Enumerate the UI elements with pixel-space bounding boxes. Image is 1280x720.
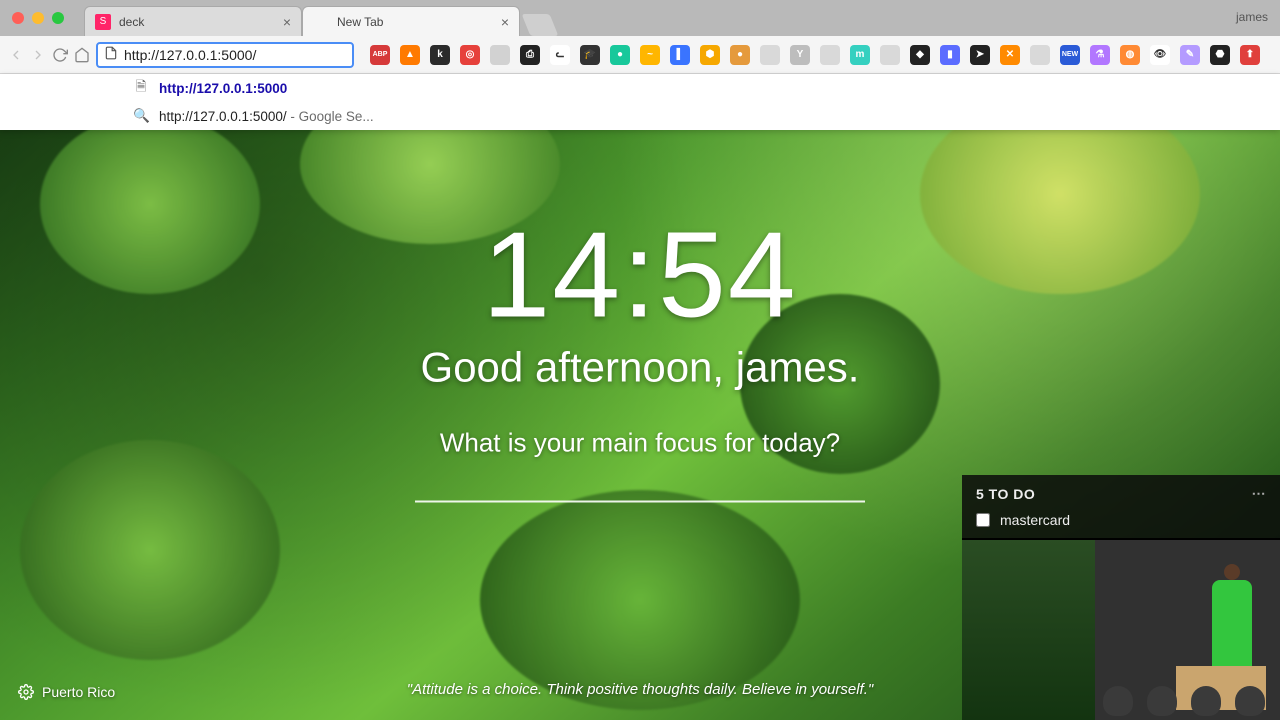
extension-col[interactable]: ▮: [940, 45, 960, 65]
tab-strip: S deck × New Tab × james: [0, 0, 1280, 36]
omnibox-search-text: http://127.0.0.1:5000/: [159, 109, 287, 124]
extension-ghost4[interactable]: [1030, 45, 1050, 65]
new-tab-content: 14:54 Good afternoon, james. What is you…: [0, 74, 1280, 720]
omnibox-suggestion-search[interactable]: 🔍 http://127.0.0.1:5000/ - Google Se...: [0, 102, 1280, 130]
speaker: [1212, 580, 1252, 670]
chrome-menu-button[interactable]: ⋮: [1266, 44, 1280, 65]
extension-eye[interactable]: 👁: [1150, 45, 1170, 65]
extension-ghost1[interactable]: [760, 45, 780, 65]
omnibox-dropdown: 🗎 http://127.0.0.1:5000 🔍 http://127.0.0…: [0, 74, 1280, 130]
home-button[interactable]: [74, 43, 90, 67]
forward-button[interactable]: [30, 43, 46, 67]
extension-badge[interactable]: ▌: [670, 45, 690, 65]
tabs-container: S deck × New Tab ×: [84, 0, 554, 36]
address-bar[interactable]: [96, 42, 354, 68]
daily-quote: "Attitude is a choice. Think positive th…: [192, 681, 1088, 698]
address-input[interactable]: [124, 47, 346, 63]
todo-title: 5 TO DO: [976, 486, 1035, 502]
photo-location[interactable]: Puerto Rico: [18, 684, 115, 700]
reload-button[interactable]: [52, 43, 68, 67]
extension-feather[interactable]: ✎: [1180, 45, 1200, 65]
fullscreen-window-button[interactable]: [52, 12, 64, 24]
location-text: Puerto Rico: [42, 684, 115, 700]
extension-k-ext[interactable]: k: [430, 45, 450, 65]
extension-m-circle[interactable]: m: [850, 45, 870, 65]
focus-input[interactable]: [415, 501, 865, 503]
omnibox-search-suffix: - Google Se...: [287, 109, 374, 124]
extension-stack[interactable]: ◆: [910, 45, 930, 65]
extension-noscript[interactable]: ◎: [460, 45, 480, 65]
extension-cookie[interactable]: ●: [730, 45, 750, 65]
extension-gray1[interactable]: [490, 45, 510, 65]
webcam-overlay: [962, 538, 1280, 720]
todo-menu-button[interactable]: ⋯: [1252, 485, 1267, 502]
settings-icon[interactable]: [18, 684, 34, 700]
omnibox-suggestion-text: http://127.0.0.1:5000: [159, 81, 287, 96]
profile-name[interactable]: james: [1236, 10, 1268, 24]
todo-checkbox[interactable]: [976, 513, 990, 527]
extension-send[interactable]: ➤: [970, 45, 990, 65]
extension-ghost2[interactable]: [820, 45, 840, 65]
extension-grad[interactable]: 🎓: [580, 45, 600, 65]
extension-cat[interactable]: ᓚ: [550, 45, 570, 65]
tab-title: New Tab: [337, 15, 383, 29]
audience: [1103, 686, 1265, 716]
toolbar: ABP ▲ k ◎ ⎙ ᓚ 🎓 ● ~ ▌ ⬢ ● Ym ◆ ▮ ➤ ✕ NEW ⚗ ◍ 👁 ✎ ⬣ ⬆ ⋮: [0, 36, 1280, 74]
window-controls: [0, 0, 76, 36]
extension-print[interactable]: ⎙: [520, 45, 540, 65]
momentum-center: 14:54 Good afternoon, james. What is you…: [192, 214, 1088, 503]
new-tab-button[interactable]: [522, 14, 559, 36]
tab-favicon: [313, 14, 329, 30]
minimize-window-button[interactable]: [32, 12, 44, 24]
search-icon: 🔍: [133, 108, 149, 124]
tab-new-tab[interactable]: New Tab ×: [302, 6, 520, 36]
extension-wave[interactable]: ~: [640, 45, 660, 65]
extension-honey[interactable]: ⬢: [700, 45, 720, 65]
extension-ghost3[interactable]: [880, 45, 900, 65]
stage: [1095, 540, 1280, 720]
back-button[interactable]: [8, 43, 24, 67]
close-tab-icon[interactable]: ×: [501, 14, 509, 30]
extension-new[interactable]: NEW: [1060, 45, 1080, 65]
todo-widget: 5 TO DO ⋯ mastercard: [962, 475, 1280, 538]
extension-icons: ABP ▲ k ◎ ⎙ ᓚ 🎓 ● ~ ▌ ⬢ ● Ym ◆ ▮ ➤ ✕ NEW ⚗ ◍ 👁 ✎ ⬣ ⬆: [370, 45, 1260, 65]
extension-x-orange[interactable]: ✕: [1000, 45, 1020, 65]
extension-flame[interactable]: ▲: [400, 45, 420, 65]
greeting: Good afternoon, james.: [192, 344, 1088, 392]
clock: 14:54: [192, 214, 1088, 336]
todo-item[interactable]: mastercard: [962, 508, 1280, 538]
close-window-button[interactable]: [12, 12, 24, 24]
page-icon: 🗎: [133, 77, 149, 100]
site-info-icon[interactable]: [104, 46, 118, 63]
extension-adblock[interactable]: ABP: [370, 45, 390, 65]
tab-title: deck: [119, 15, 144, 29]
tab-deck[interactable]: S deck ×: [84, 6, 302, 36]
close-tab-icon[interactable]: ×: [283, 14, 291, 30]
todo-item-label: mastercard: [1000, 512, 1070, 528]
omnibox-suggestion-url[interactable]: 🗎 http://127.0.0.1:5000: [0, 74, 1280, 102]
presentation-slide: [962, 540, 1095, 720]
extension-y[interactable]: Y: [790, 45, 810, 65]
extension-planet[interactable]: ◍: [1120, 45, 1140, 65]
extension-mask[interactable]: ⬣: [1210, 45, 1230, 65]
focus-prompt: What is your main focus for today?: [192, 428, 1088, 459]
extension-red-up[interactable]: ⬆: [1240, 45, 1260, 65]
extension-flask[interactable]: ⚗: [1090, 45, 1110, 65]
extension-teal-dot[interactable]: ●: [610, 45, 630, 65]
tab-favicon: S: [95, 14, 111, 30]
